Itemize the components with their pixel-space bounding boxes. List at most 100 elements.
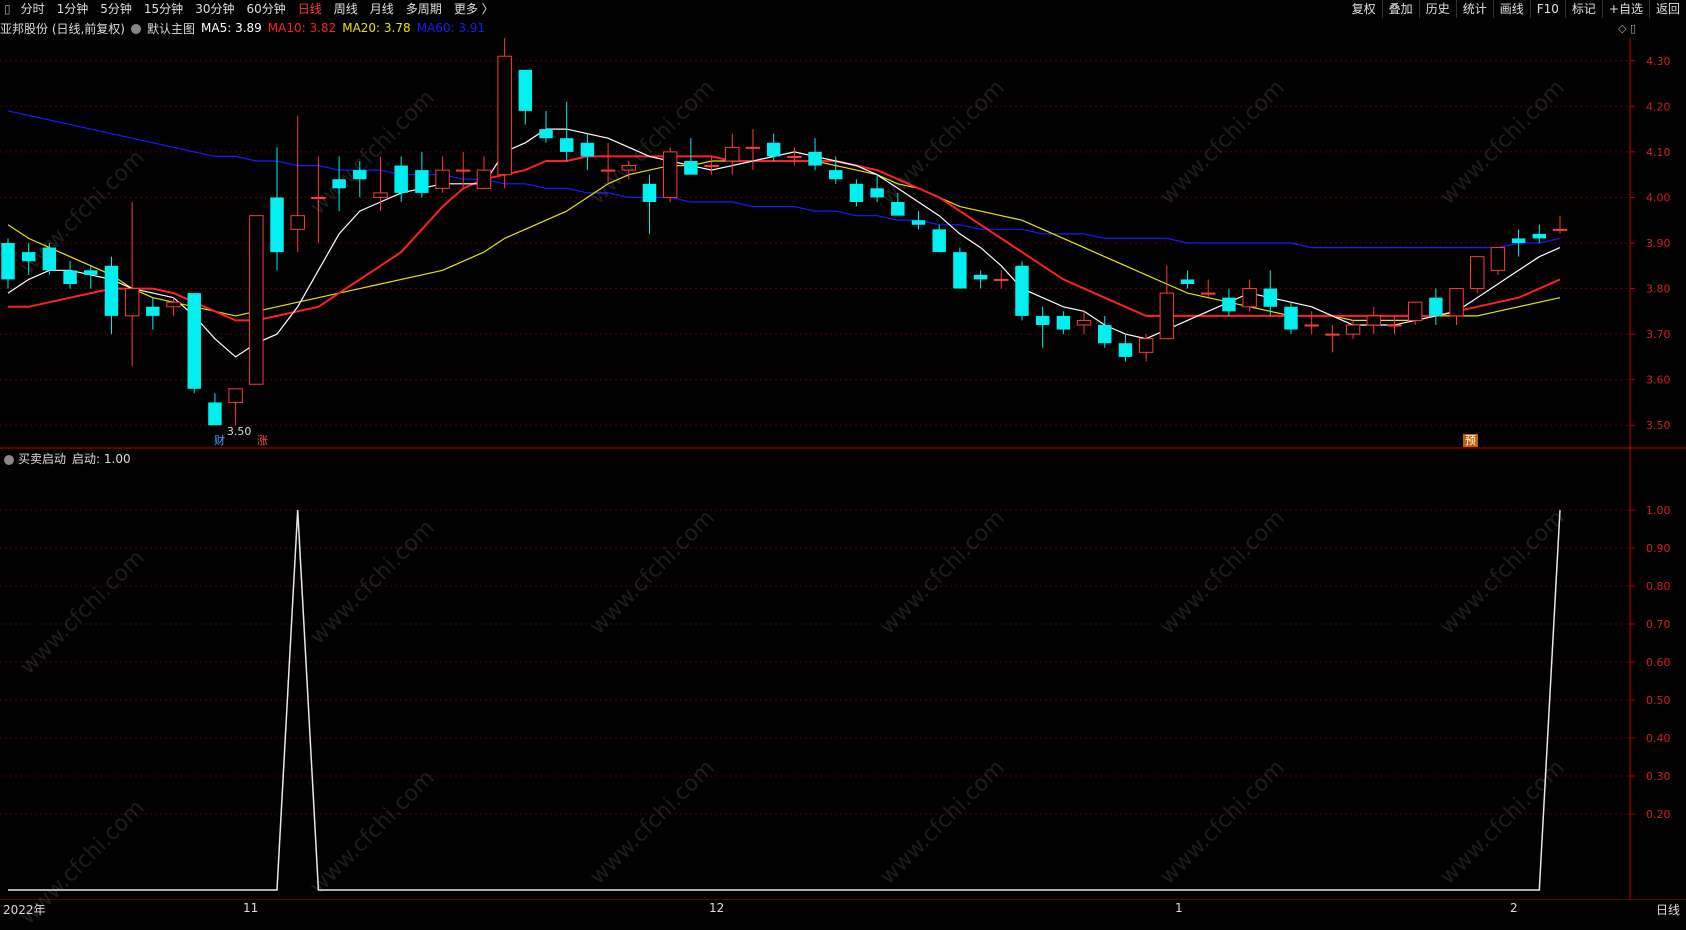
candle-body	[435, 169, 450, 189]
candle-body	[1035, 315, 1050, 325]
candle-body	[394, 165, 408, 193]
tab-period-3[interactable]: 15分钟	[138, 0, 189, 18]
candle-body	[870, 188, 884, 198]
period-label[interactable]: 日线	[1656, 901, 1680, 918]
indicator-tick-label: 0.90	[1646, 542, 1671, 555]
candle-body	[249, 215, 264, 385]
candle-body	[932, 229, 946, 253]
candle-body	[704, 165, 719, 168]
candle-body	[124, 288, 140, 317]
toolbar-button-2[interactable]: 历史	[1418, 0, 1456, 18]
candle-body	[787, 155, 802, 158]
candle-body	[600, 169, 616, 172]
main-chart-header: 亚邦股份 (日线,前复权) 默认主图 MA5: 3.89 MA10: 3.82 …	[0, 20, 491, 36]
top-toolbar: ▯ 分时 1分钟 5分钟 15分钟 30分钟 60分钟 日线 周线 月线 多周期 更多 〉 复权 叠加历…	[0, 0, 1686, 18]
candle-body	[745, 146, 761, 149]
ma20-line	[7, 160, 1561, 321]
limit-up-marker[interactable]: 涨	[255, 434, 270, 447]
period-tabs: ▯ 分时 1分钟 5分钟 15分钟 30分钟 60分钟 日线 周线 月线 多周期 更多 〉	[0, 0, 500, 18]
candle-body	[208, 402, 222, 426]
toolbar-button-8[interactable]: 返回	[1648, 0, 1686, 18]
toolbar-button-1[interactable]: 叠加	[1381, 0, 1419, 18]
ma10-value: MA10: 3.82	[267, 21, 337, 35]
chart-area[interactable]: 3.50 3.60 3.70 3.80 3.90 4.00 4.10 4.20 4.30 0.20…	[0, 38, 1686, 900]
candle-body	[1138, 338, 1154, 353]
toolbar-button-7[interactable]: +自选	[1601, 0, 1649, 18]
candle-body	[642, 183, 657, 202]
candle-body	[1180, 279, 1195, 284]
ma60-value: MA60: 3.91	[416, 21, 486, 35]
candle-body	[1325, 333, 1340, 336]
ma60-line	[7, 110, 1561, 249]
candle-body	[166, 301, 181, 308]
tab-period-5[interactable]: 60分钟	[240, 0, 291, 18]
price-tick-label: 3.60	[1646, 374, 1671, 387]
candle-body	[1449, 288, 1464, 317]
toolbar-button-3[interactable]: 统计	[1455, 0, 1493, 18]
chart-name[interactable]: 默认主图	[147, 20, 195, 37]
candle-body	[104, 265, 119, 316]
candle-body	[684, 161, 698, 175]
date-label-feb: 2	[1510, 901, 1518, 915]
candle-body	[1098, 325, 1112, 344]
candle-body	[353, 170, 367, 180]
date-label-dec: 12	[709, 901, 725, 915]
candle-body	[580, 142, 595, 157]
candle-body	[849, 183, 864, 202]
candle-body	[1056, 315, 1071, 330]
chart-mode-icons[interactable]: ◇ ▯	[1618, 22, 1636, 35]
candle-body	[1345, 324, 1361, 335]
ma5-value: MA5: 3.89	[201, 21, 262, 35]
candle-body	[725, 146, 740, 162]
price-tick-label: 4.10	[1646, 146, 1671, 159]
indicator-name[interactable]: 买卖启动	[18, 450, 66, 467]
stock-title[interactable]: 亚邦股份 (日线,前复权)	[0, 20, 125, 37]
candle-body	[1222, 297, 1236, 312]
tab-period-8[interactable]: 月线	[364, 0, 400, 18]
candle-body	[1511, 238, 1526, 243]
candle-body	[891, 202, 905, 216]
candle-body	[621, 165, 637, 171]
candle-body	[1407, 301, 1423, 321]
tab-period-1[interactable]: 1分钟	[51, 0, 95, 18]
toolbar-button-4[interactable]: 画线	[1492, 0, 1530, 18]
tab-period-6[interactable]: 日线	[292, 0, 328, 18]
indicator-value: 启动: 1.00	[72, 452, 131, 466]
candle-body	[559, 138, 574, 152]
candle-body	[662, 151, 678, 198]
panel-toggle-icon[interactable]: ▯	[0, 0, 15, 18]
tab-period-9[interactable]: 多周期	[400, 0, 448, 18]
candle-body	[766, 142, 781, 157]
indicator-tick-label: 0.50	[1646, 694, 1671, 707]
chart-settings-icon[interactable]	[131, 24, 141, 34]
candle-body	[187, 293, 201, 389]
candle-body	[973, 274, 988, 280]
tab-period-10[interactable]: 更多 〉	[448, 0, 500, 18]
right-toolbar: 复权 叠加 历史 统计 画线 F10 标记 +自选 返回	[1346, 0, 1686, 18]
indicator-tick-label: 0.30	[1646, 770, 1671, 783]
toolbar-button-0[interactable]: 复权	[1346, 0, 1382, 18]
finance-marker[interactable]: 财	[212, 434, 227, 447]
tab-period-0[interactable]: 分时	[15, 0, 51, 18]
candle-body	[1470, 256, 1485, 290]
candle-body	[228, 388, 243, 403]
candle-body	[1284, 306, 1298, 330]
forecast-marker[interactable]: 预	[1463, 434, 1478, 447]
toolbar-button-6[interactable]: 标记	[1564, 0, 1602, 18]
candle-body	[146, 306, 160, 316]
tab-period-7[interactable]: 周线	[328, 0, 364, 18]
tab-period-2[interactable]: 5分钟	[94, 0, 138, 18]
candle-body	[311, 196, 326, 199]
tab-period-4[interactable]: 30分钟	[189, 0, 240, 18]
candle-body	[1200, 292, 1216, 295]
candle-body	[1263, 288, 1278, 307]
price-tick-label: 3.50	[1646, 419, 1671, 432]
candle-body	[829, 170, 843, 180]
candle-body	[497, 55, 512, 176]
indicator-settings-icon[interactable]	[4, 454, 14, 465]
candle-body	[953, 252, 967, 289]
candle-body	[1387, 324, 1402, 327]
candle-body	[415, 170, 429, 193]
toolbar-button-5[interactable]: F10	[1529, 0, 1565, 18]
candle-body	[518, 69, 533, 111]
